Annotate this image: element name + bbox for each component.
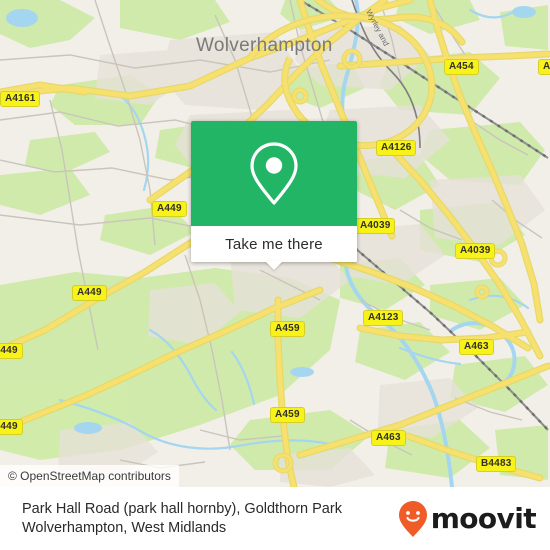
location-title-line2: Wolverhampton, West Midlands — [22, 519, 227, 536]
road-shield-a463[interactable]: A463 — [371, 430, 406, 446]
take-me-there-label: Take me there — [225, 235, 323, 253]
location-pin-icon — [250, 141, 298, 205]
road-shield-a459[interactable]: A459 — [270, 407, 305, 423]
road-shield-a449[interactable]: A449 — [0, 343, 23, 359]
location-title: Park Hall Road (park hall hornby), Goldt… — [22, 500, 342, 538]
road-shield-a459[interactable]: A459 — [270, 321, 305, 337]
road-shield-a4039[interactable]: A4039 — [355, 218, 396, 234]
map-canvas[interactable]: Wolverhampton Wyrley and A4161 A449 A449… — [0, 0, 550, 487]
road-shield-a463[interactable]: A463 — [459, 339, 494, 355]
moovit-smiley-pin-icon — [398, 500, 427, 537]
moovit-map-screenshot: Wolverhampton Wyrley and A4161 A449 A449… — [0, 0, 550, 550]
page-footer: Park Hall Road (park hall hornby), Goldt… — [0, 487, 550, 550]
map-city-label: Wolverhampton — [196, 35, 333, 56]
road-shield-a4-edge[interactable]: A4 — [538, 59, 550, 75]
location-title-line1: Park Hall Road (park hall hornby), Goldt… — [22, 500, 342, 517]
moovit-brand[interactable]: moovit — [398, 500, 537, 538]
road-shield-a4161[interactable]: A4161 — [0, 91, 41, 107]
road-shield-a454[interactable]: A454 — [444, 59, 479, 75]
location-popup-card[interactable]: Take me there — [191, 121, 357, 270]
road-shield-a4123[interactable]: A4123 — [363, 310, 404, 326]
road-shield-a449[interactable]: A449 — [72, 285, 107, 301]
map-attribution-bar: © OpenStreetMap contributors — [0, 465, 179, 487]
popup-tail — [265, 261, 283, 270]
road-shield-a449[interactable]: A449 — [0, 419, 23, 435]
road-shield-a449[interactable]: A449 — [152, 201, 187, 217]
popup-card-header — [191, 121, 357, 226]
road-shield-a4126[interactable]: A4126 — [376, 140, 417, 156]
osm-attribution-text[interactable]: © OpenStreetMap contributors — [8, 469, 171, 483]
road-shield-b4483[interactable]: B4483 — [476, 456, 517, 472]
moovit-wordmark: moovit — [430, 501, 537, 535]
road-shield-a4039[interactable]: A4039 — [455, 243, 496, 259]
popup-card-footer[interactable]: Take me there — [191, 226, 357, 270]
